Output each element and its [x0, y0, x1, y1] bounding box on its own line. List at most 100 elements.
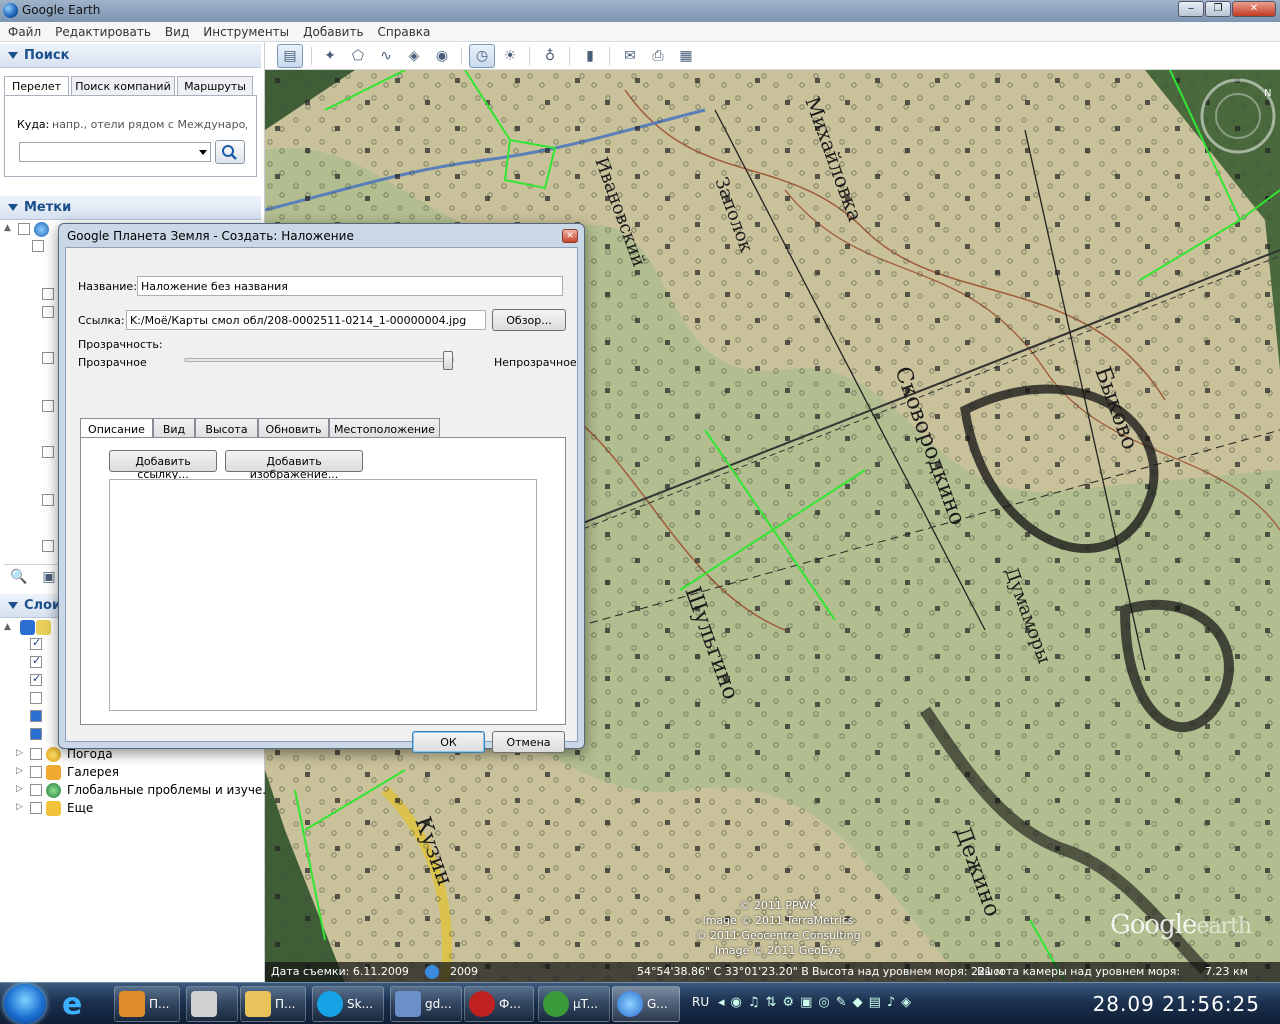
dialog-title: Google Планета Земля - Создать: Наложени… [67, 229, 354, 243]
print-button[interactable]: ⎙ [645, 44, 671, 68]
add-polygon-button[interactable]: ⬠ [345, 44, 371, 68]
places-checkbox[interactable] [42, 400, 54, 412]
taskbar-item[interactable]: Sk... [312, 986, 384, 1022]
transparency-slider[interactable] [184, 358, 454, 362]
tab-altitude[interactable]: Высота [195, 418, 258, 438]
tab-description[interactable]: Описание [80, 418, 153, 439]
menu-edit[interactable]: Редактировать [47, 22, 157, 39]
places-checkbox[interactable] [32, 240, 44, 252]
view-in-maps-button[interactable]: ▦ [673, 44, 699, 68]
clock-icon[interactable] [425, 965, 439, 979]
tab-fly-to[interactable]: Перелет [4, 76, 69, 96]
start-button[interactable] [4, 984, 46, 1024]
layer-checkbox[interactable] [30, 748, 42, 760]
window-titlebar: Google Earth ‒ ❐ ✕ [0, 0, 1280, 22]
window-title: Google Earth [22, 3, 101, 17]
places-section-header[interactable]: Метки [0, 196, 261, 220]
explorer-icon [245, 991, 271, 1017]
taskbar-item[interactable]: µT... [538, 986, 610, 1022]
add-placemark-button[interactable]: ✦ [317, 44, 343, 68]
add-image-button[interactable]: Добавить изображение... [225, 450, 363, 481]
imagery-year: 2009 [450, 965, 478, 978]
places-checkbox[interactable] [42, 446, 54, 458]
taskbar-item-active[interactable]: G... [612, 986, 680, 1022]
name-field[interactable]: Наложение без названия [137, 276, 563, 296]
layer-checkbox[interactable] [30, 766, 42, 778]
eye-altitude-label: Высота камеры над уровнем моря: [977, 965, 1181, 978]
tab-view[interactable]: Вид [153, 418, 195, 438]
transparency-label: Прозрачность: [78, 338, 163, 351]
collapse-triangle-icon [8, 52, 18, 59]
historical-imagery-button[interactable]: ◷ [469, 44, 495, 68]
gallery-icon [46, 765, 61, 780]
places-checkbox[interactable] [42, 352, 54, 364]
layer-checkbox[interactable] [30, 802, 42, 814]
maximize-button[interactable]: ❐ [1205, 1, 1231, 17]
menu-tools[interactable]: Инструменты [195, 22, 295, 39]
taskbar-item[interactable] [186, 986, 238, 1022]
menu-add[interactable]: Добавить [295, 22, 369, 39]
sidebar-toggle-button[interactable]: ▤ [277, 44, 303, 68]
layer-checkbox[interactable] [30, 636, 42, 650]
search-box: Куда: напр., отели рядом с Международным [4, 95, 257, 177]
email-button[interactable]: ✉ [617, 44, 643, 68]
taskbar-item[interactable]: П... [240, 986, 306, 1022]
dialog-close-button[interactable]: ✕ [562, 229, 578, 243]
places-checkbox[interactable] [42, 288, 54, 300]
search-input[interactable] [19, 142, 211, 162]
taskbar-item[interactable]: П... [114, 986, 180, 1022]
tab-location[interactable]: Местоположение [329, 418, 440, 438]
tab-directions[interactable]: Маршруты [177, 76, 253, 96]
menu-view[interactable]: Вид [157, 22, 195, 39]
weather-icon [46, 747, 61, 762]
language-indicator[interactable]: RU [692, 995, 709, 1009]
switch-planet-button[interactable]: ♁ [537, 44, 563, 68]
close-button[interactable]: ✕ [1232, 1, 1276, 17]
clock[interactable]: 28.09 21:56:25 [1093, 992, 1260, 1016]
places-checkbox[interactable] [42, 494, 54, 506]
places-search-button[interactable]: 🔍 [6, 565, 32, 589]
cancel-button[interactable]: Отмена [492, 731, 565, 753]
name-label: Название: [78, 280, 137, 293]
transparency-slider-thumb[interactable] [443, 351, 453, 370]
layer-checkbox[interactable] [30, 654, 42, 668]
tray-icons[interactable]: ◂◉♫⇅⚙▣◎✎◆▤♪◈ [718, 995, 917, 1010]
taskbar-item[interactable]: Ф... [464, 986, 534, 1022]
navigation-control[interactable]: N [1198, 76, 1278, 166]
search-section-header[interactable]: Поиск [0, 44, 261, 68]
description-textarea[interactable] [109, 479, 537, 711]
dropdown-arrow-icon[interactable] [199, 150, 207, 155]
layer-checkbox[interactable] [30, 784, 42, 796]
ruler-button[interactable]: ▮ [577, 44, 603, 68]
menu-bar: Файл Редактировать Вид Инструменты Добавить С… [0, 22, 1280, 42]
layer-checkbox[interactable] [30, 692, 42, 704]
where-hint: напр., отели рядом с Международным [52, 118, 247, 131]
eye-altitude-value: 7.23 км [1205, 965, 1248, 978]
ok-button[interactable]: ОК [412, 731, 485, 753]
link-label: Ссылка: [78, 314, 125, 327]
tab-refresh[interactable]: Обновить [258, 418, 329, 438]
add-overlay-button[interactable]: ◈ [401, 44, 427, 68]
layer-checkbox[interactable] [30, 710, 42, 722]
record-tour-button[interactable]: ◉ [429, 44, 455, 68]
browse-button[interactable]: Обзор... [492, 309, 566, 331]
minimize-button[interactable]: ‒ [1178, 1, 1204, 17]
taskbar-item[interactable]: gd... [390, 986, 462, 1022]
menu-help[interactable]: Справка [370, 22, 437, 39]
layer-checkbox[interactable] [30, 728, 42, 740]
sunlight-button[interactable]: ☀ [497, 44, 523, 68]
places-checkbox[interactable] [42, 540, 54, 552]
ie-icon[interactable]: e [62, 987, 102, 1022]
link-field[interactable]: K:/Моё/Карты смол обл/208-0002511-0214_1… [126, 310, 486, 330]
add-path-button[interactable]: ∿ [373, 44, 399, 68]
add-link-button[interactable]: Добавить ссылку... [109, 450, 217, 481]
layers-header-label: Слои [24, 598, 62, 613]
tab-find-businesses[interactable]: Поиск компаний [71, 76, 175, 96]
search-button[interactable] [215, 140, 245, 164]
layer-checkbox[interactable] [30, 672, 42, 686]
places-checkbox[interactable] [42, 306, 54, 318]
status-bar: Дата съемки: 6.11.2009 2009 54°54'38.86"… [265, 962, 1280, 982]
app-icon [119, 991, 145, 1017]
places-checkbox[interactable] [18, 223, 30, 235]
menu-file[interactable]: Файл [0, 22, 47, 39]
